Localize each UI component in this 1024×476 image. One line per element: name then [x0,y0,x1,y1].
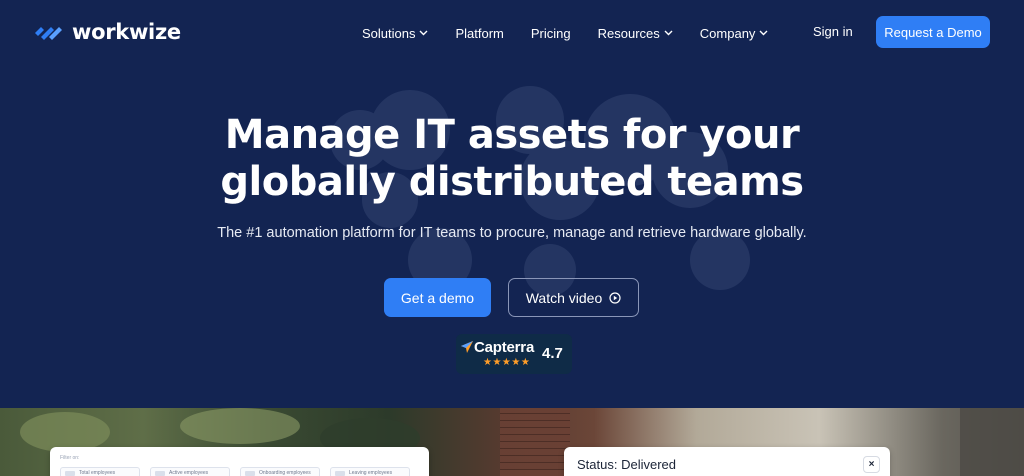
photo-window [960,408,1024,476]
photo-foliage [180,408,300,444]
capterra-logo-icon [461,341,473,353]
photo-foliage [20,412,110,452]
brand-name: workwize [72,20,181,44]
logo[interactable]: workwize [34,19,181,45]
sign-in-link[interactable]: Sign in [813,24,853,39]
filter-chip-label: Leaving employees [349,470,393,476]
workwize-logo-icon [35,27,62,40]
nav-item-label: Platform [455,25,504,41]
filter-label: Filter on: [60,455,80,461]
chevron-down-icon [759,30,768,36]
filter-chip[interactable]: Active employees [150,467,230,476]
filter-chip-label: Onboarding employees [259,470,311,476]
top-navigation: workwize Solutions Platform Pricing Reso… [0,0,1024,64]
headline-line-1: Manage IT assets for your [224,112,800,158]
delivery-status-card: Status: Delivered × [564,447,890,476]
nav-item-label: Resources [597,25,660,41]
chevron-down-icon [664,30,673,36]
headline-line-2: globally distributed teams [220,159,804,205]
nav-item-label: Solutions [362,25,416,41]
delivery-status-text: Status: Delivered [577,457,676,472]
nav-item-platform[interactable]: Platform [455,26,503,41]
watch-video-button[interactable]: Watch video [508,278,639,317]
get-demo-button[interactable]: Get a demo [384,278,491,317]
filter-chip[interactable]: Onboarding employees [240,467,320,476]
play-circle-icon [609,291,621,304]
filter-chip-label: Total employees [79,470,116,476]
rating-score: 4.7 [542,345,563,362]
rating-stars: ★★★★★ [483,357,531,368]
photo-brick-wall [500,408,570,476]
capterra-name: Capterra [474,339,535,356]
main-menu: Solutions Platform Pricing Resources Com… [362,24,795,42]
nav-item-label: Company [699,25,756,41]
filter-chip-label: Active employees [169,470,209,476]
get-demo-label: Get a demo [400,289,475,306]
nav-item-company[interactable]: Company [700,26,769,41]
filter-chip[interactable]: Leaving employees [330,467,410,476]
filter-chip[interactable]: Total employees [60,467,140,476]
hero-subheadline: The #1 automation platform for IT teams … [217,225,807,241]
chevron-down-icon [419,30,428,36]
hero-headline: Manage IT assets for your globally distr… [0,112,1024,206]
nav-item-pricing[interactable]: Pricing [531,26,571,41]
nav-item-resources[interactable]: Resources [598,26,673,41]
nav-item-solutions[interactable]: Solutions [362,26,428,41]
nav-item-label: Pricing [530,25,571,41]
watch-video-label: Watch video [525,289,603,306]
capterra-rating-badge[interactable]: Capterra ★★★★★ 4.7 [456,334,572,374]
employee-filter-card: Filter on: Total employees Active employ… [50,447,429,476]
hero-section: workwize Solutions Platform Pricing Reso… [0,0,1024,408]
request-demo-button[interactable]: Request a Demo [876,16,990,48]
close-icon[interactable]: × [863,456,880,473]
